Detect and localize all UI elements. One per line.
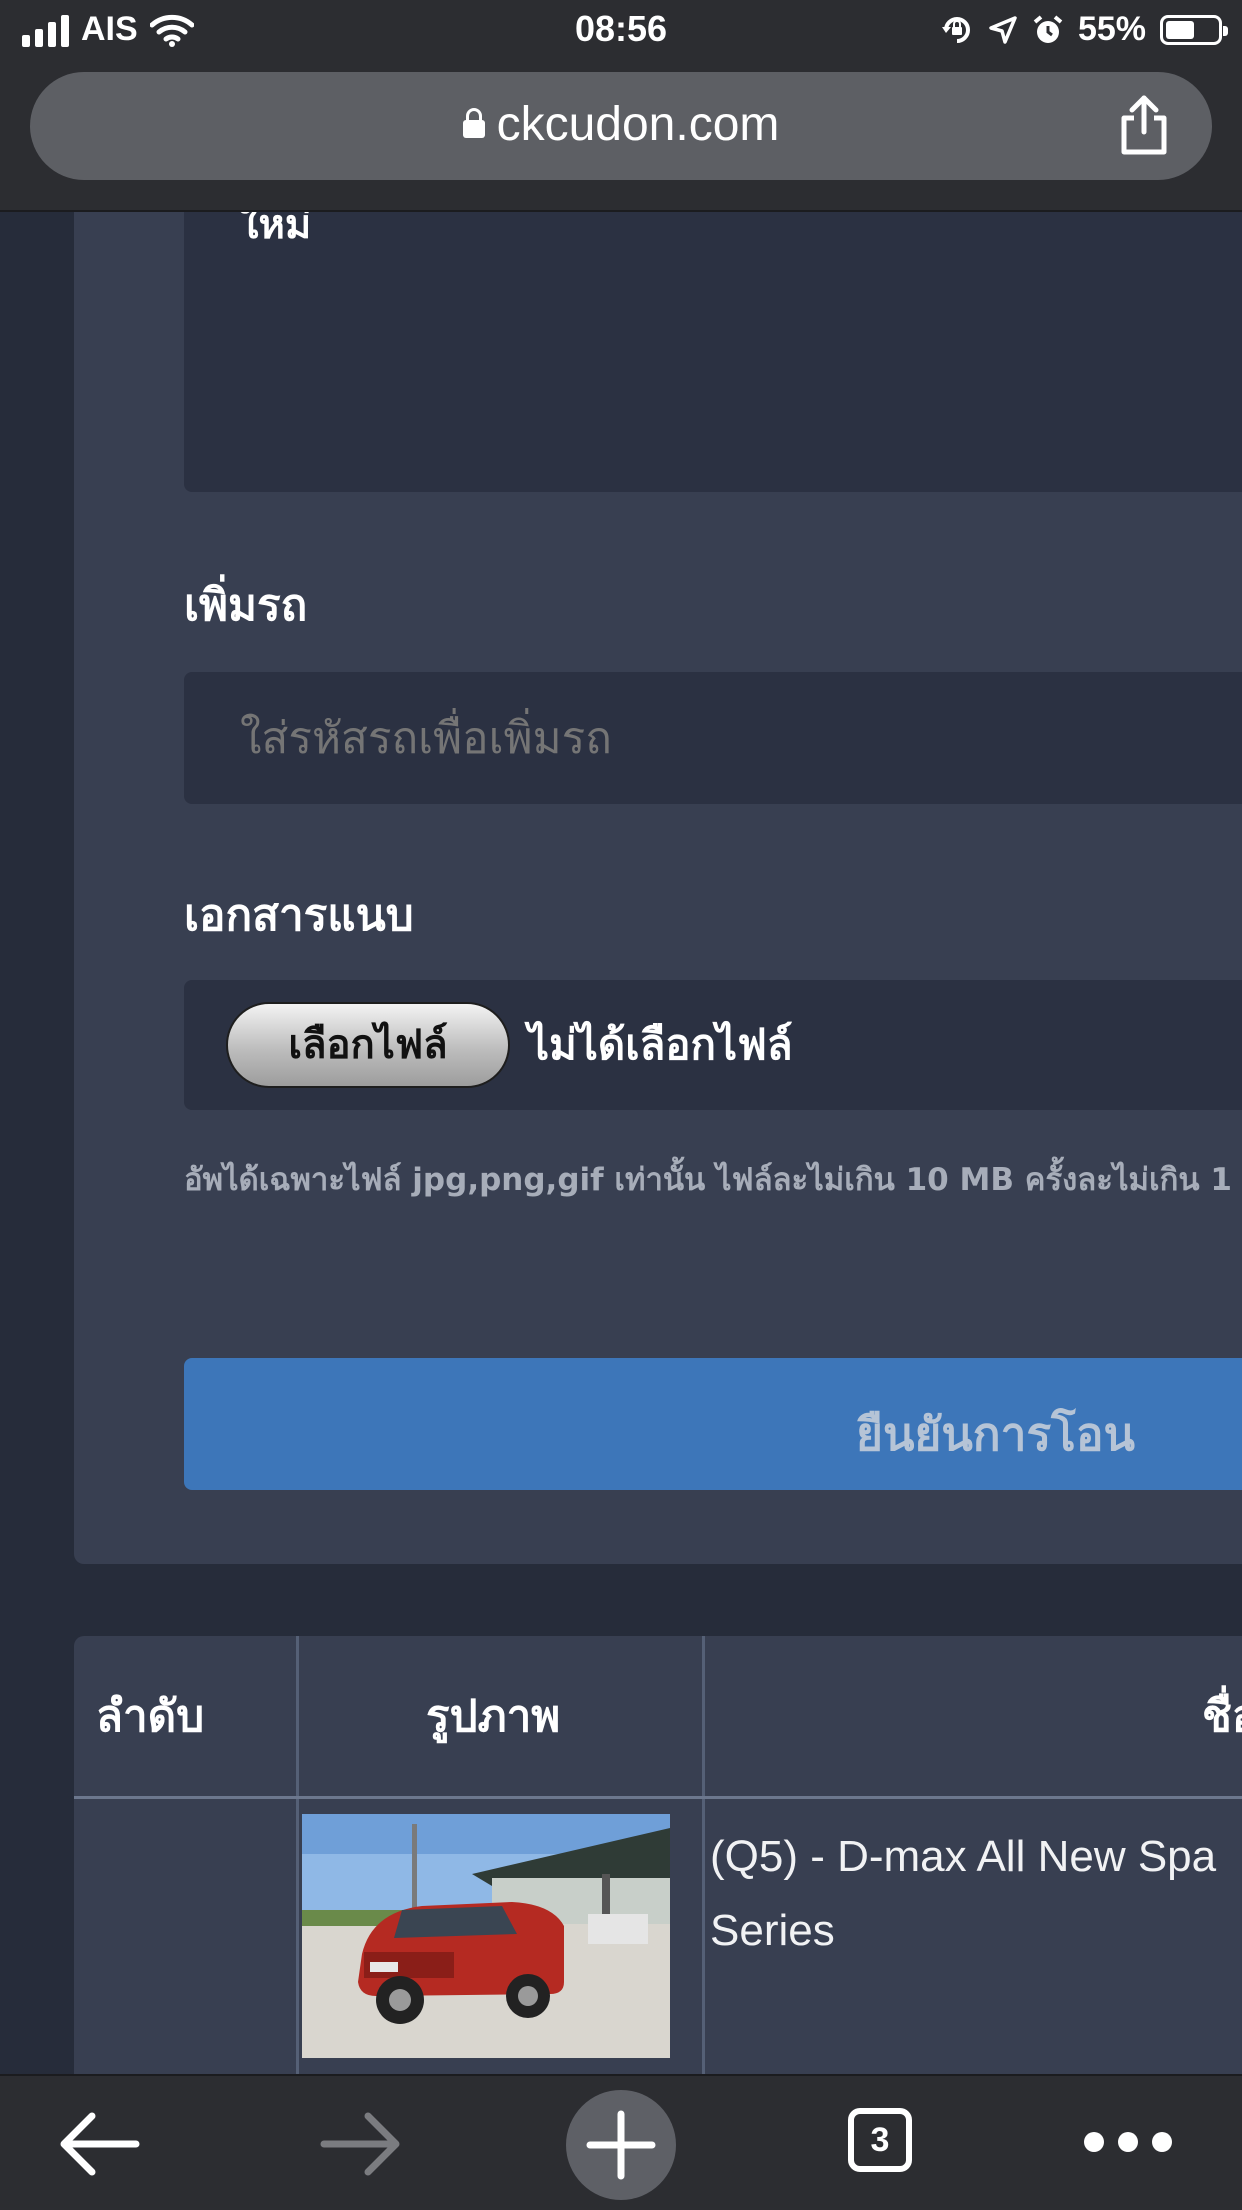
confirm-transfer-label: ยืนยันการโอน — [856, 1407, 1135, 1461]
share-icon[interactable] — [1116, 94, 1172, 156]
add-car-label: เพิ่มรถ — [184, 580, 308, 631]
status-right: 55% — [940, 10, 1228, 49]
browser-bottom-toolbar: 3 — [0, 2074, 1242, 2210]
car-code-input[interactable] — [184, 672, 1242, 804]
note-label-fragment: ใหม่ — [239, 212, 312, 248]
choose-file-button[interactable]: เลือกไฟล์ — [226, 1002, 510, 1088]
battery-level-fill — [1166, 20, 1194, 39]
battery-percentage: 55% — [1077, 10, 1146, 48]
car-name-cell[interactable]: (Q5) - D-max All New Spa Series — [710, 1820, 1242, 1968]
file-upload-hint: อัพได้เฉพาะไฟล์ jpg,png,gif เท่านั้น ไฟล… — [184, 1162, 1232, 1198]
page-margin — [0, 212, 74, 2074]
status-bar: AIS 08:56 55% — [0, 0, 1242, 64]
alarm-clock-icon — [1033, 14, 1063, 43]
note-textarea[interactable] — [184, 212, 1242, 492]
page-content: ใหม่ เพิ่มรถ เอกสารแนบ เลือกไฟล์ ไม่ได้เ… — [0, 212, 1242, 2074]
confirm-transfer-button[interactable]: ยืนยันการโอน — [184, 1358, 1242, 1490]
attachment-label: เอกสารแนบ — [184, 890, 414, 941]
tab-switcher-button[interactable]: 3 — [848, 2108, 912, 2172]
column-divider — [702, 1636, 705, 2074]
back-arrow-icon[interactable] — [44, 2096, 154, 2192]
file-status-text: ไม่ได้เลือกไฟล์ — [528, 1020, 793, 1069]
table-cell-order — [74, 1798, 296, 2074]
location-arrow-icon — [989, 15, 1017, 44]
column-header-image: รูปภาพ — [426, 1691, 561, 1742]
column-divider — [296, 1636, 299, 2074]
url-display[interactable]: ckcudon.com — [30, 97, 1212, 152]
more-menu-icon[interactable] — [1084, 2132, 1172, 2152]
column-header-name: ชื่อ — [1202, 1691, 1242, 1742]
lock-icon — [462, 108, 485, 138]
car-table: ลำดับ รูปภาพ ชื่อ — [74, 1636, 1242, 2074]
red-pickup-truck-photo — [302, 1814, 670, 2058]
orientation-lock-icon — [941, 16, 970, 43]
battery-icon — [1160, 14, 1228, 45]
car-name-line-1: (Q5) - D-max All New Spa — [710, 1832, 1217, 1881]
address-bar[interactable]: ckcudon.com — [30, 72, 1212, 180]
column-header-order: ลำดับ — [96, 1691, 205, 1742]
browser-top-bar: AIS 08:56 55% ckcudon.com — [0, 0, 1242, 212]
car-thumbnail[interactable] — [302, 1814, 670, 2058]
new-tab-button[interactable] — [566, 2090, 676, 2200]
file-input-row: เลือกไฟล์ ไม่ได้เลือกไฟล์ — [184, 980, 1242, 1110]
url-text: ckcudon.com — [496, 98, 780, 151]
car-name-line-2: Series — [710, 1906, 835, 1955]
plus-icon — [586, 2110, 656, 2180]
forward-arrow-icon[interactable] — [306, 2096, 416, 2192]
